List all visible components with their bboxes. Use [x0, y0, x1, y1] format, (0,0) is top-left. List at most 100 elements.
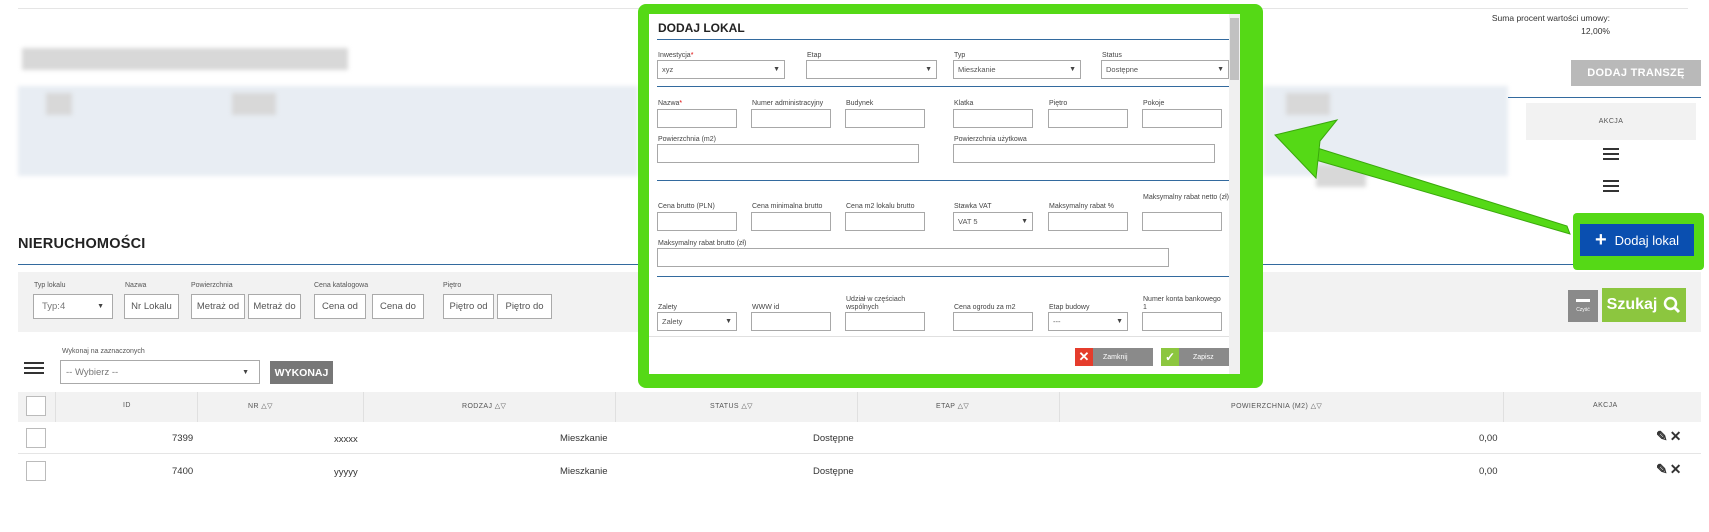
numer-administracyjny-label: Numer administracyjny [752, 100, 824, 107]
pietro-do-input[interactable]: Piętro do [497, 294, 552, 319]
powierzchnia-label: Powierzchnia (m2) [658, 136, 716, 143]
status-label: Status [1102, 52, 1122, 59]
add-unit-button[interactable]: + Dodaj lokal [1580, 224, 1694, 256]
list-icon[interactable] [24, 362, 44, 378]
budynek-field[interactable] [845, 109, 925, 128]
delete-icon[interactable]: ✕ [1670, 428, 1684, 444]
maks-rabat-netto-field[interactable] [1142, 212, 1222, 231]
filter-label-cena: Cena katalogowa [314, 282, 369, 289]
inwestycja-select[interactable]: xyz ▼ [657, 60, 785, 79]
www-id-field[interactable] [751, 312, 831, 331]
pokoje-field[interactable] [1142, 109, 1222, 128]
edit-icon[interactable]: ✎ [1656, 428, 1670, 444]
zalety-label: Zalety [658, 304, 678, 311]
sort-icon[interactable]: △▽ [261, 403, 273, 410]
etap-select[interactable]: ▼ [806, 60, 937, 79]
cena-brutto-label: Cena brutto (PLN) [658, 203, 715, 210]
section-divider [657, 180, 1230, 181]
numer-konta-field[interactable] [1142, 312, 1222, 331]
menu-icon[interactable] [1603, 148, 1619, 160]
zalety-select[interactable]: Zalety ▼ [657, 312, 737, 331]
chevron-down-icon: ▼ [773, 66, 780, 73]
row-checkbox[interactable] [26, 428, 46, 448]
cena-od-input[interactable]: Cena od [314, 294, 366, 319]
column-separator [55, 392, 56, 422]
chevron-down-icon: ▼ [1217, 66, 1224, 73]
stawka-vat-value: VAT 5 [958, 217, 978, 226]
cena-m2-field[interactable] [845, 212, 925, 231]
column-separator [1503, 392, 1504, 422]
th-etap[interactable]: ETAP △▽ [936, 402, 969, 410]
add-tranche-button[interactable]: DODAJ TRANSZĘ [1571, 60, 1701, 86]
nazwa-input[interactable]: Nr Lokalu [124, 294, 179, 319]
typ-select[interactable]: Mieszkanie ▼ [953, 60, 1081, 79]
powierzchnia-uzytkowa-label: Powierzchnia użytkowa [954, 136, 1027, 143]
filter-label-powierzchnia: Powierzchnia [191, 282, 233, 289]
typ-lokalu-select[interactable]: Typ:4 ▼ [33, 294, 113, 319]
stawka-vat-select[interactable]: VAT 5 ▼ [953, 212, 1033, 231]
menu-icon[interactable] [1603, 180, 1619, 192]
maks-rabat-brutto-field[interactable] [657, 248, 1169, 267]
status-select[interactable]: Dostępne ▼ [1101, 60, 1229, 79]
section-divider [657, 276, 1230, 277]
summary-value: 12,00% [1581, 26, 1610, 36]
delete-icon[interactable]: ✕ [1670, 461, 1684, 477]
etap-budowy-select[interactable]: --- ▼ [1048, 312, 1128, 331]
sort-icon[interactable]: △▽ [958, 403, 970, 410]
modal-footer-divider [649, 336, 1229, 337]
maks-rabat-proc-label: Maksymalny rabat % [1049, 203, 1114, 210]
th-nr[interactable]: NR △▽ [248, 402, 273, 410]
typ-label: Typ [954, 52, 966, 59]
cena-ogrodu-field[interactable] [953, 312, 1033, 331]
maks-rabat-proc-field[interactable] [1048, 212, 1128, 231]
cena-m2-label: Cena m2 lokalu brutto [846, 203, 915, 210]
cena-brutto-field[interactable] [657, 212, 737, 231]
metraz-od-input[interactable]: Metraż od [191, 294, 245, 319]
cell-nr: yyyyy [334, 467, 358, 478]
pietro-label: Piętro [1049, 100, 1068, 107]
cell-powierzchnia: 0,00 [1479, 466, 1498, 477]
th-status[interactable]: STATUS △▽ [710, 402, 753, 410]
typ-lokalu-value: Typ:4 [42, 301, 66, 312]
filter-label-nazwa: Nazwa [125, 282, 147, 289]
sort-icon[interactable]: △▽ [741, 403, 753, 410]
close-button[interactable]: ✕ Zamknij [1075, 348, 1153, 366]
th-powierzchnia[interactable]: POWIERZCHNIA (M2) △▽ [1231, 402, 1322, 410]
klatka-field[interactable] [953, 109, 1033, 128]
numer-konta-label: Numer konta bankowego 1 [1143, 296, 1221, 311]
th-id[interactable]: ID [123, 402, 131, 409]
column-separator [197, 392, 198, 422]
save-button[interactable]: ✓ Zapisz [1161, 348, 1239, 366]
execute-button[interactable]: WYKONAJ [270, 361, 333, 384]
pietro-field[interactable] [1048, 109, 1128, 128]
powierzchnia-field[interactable] [657, 144, 919, 163]
obscured-title [22, 48, 348, 70]
th-rodzaj[interactable]: RODZAJ △▽ [462, 402, 506, 410]
required-marker: * [679, 100, 683, 107]
udzial-field[interactable] [845, 312, 925, 331]
metraz-do-input[interactable]: Metraż do [248, 294, 301, 319]
udzial-label: Udział w częściach wspólnych [846, 296, 906, 311]
inwestycja-value: xyz [662, 65, 674, 74]
maks-rabat-brutto-label: Maksymalny rabat brutto (zł) [658, 240, 747, 247]
search-button[interactable]: Szukaj [1602, 288, 1686, 322]
row-checkbox[interactable] [26, 461, 46, 481]
sort-icon[interactable]: △▽ [1311, 403, 1323, 410]
powierzchnia-uzytkowa-field[interactable] [953, 144, 1215, 163]
nazwa-field[interactable] [657, 109, 737, 128]
select-all-checkbox[interactable] [26, 396, 46, 416]
typ-value: Mieszkanie [958, 65, 996, 74]
pietro-od-input[interactable]: Piętro od [443, 294, 494, 319]
save-label: Zapisz [1193, 353, 1214, 361]
cena-do-input[interactable]: Cena do [372, 294, 424, 319]
bulk-action-select[interactable]: -- Wybierz -- ▼ [60, 360, 260, 384]
sort-icon[interactable]: △▽ [495, 403, 507, 410]
edit-icon[interactable]: ✎ [1656, 461, 1670, 477]
cena-min-field[interactable] [751, 212, 831, 231]
modal-scrollbar-thumb[interactable] [1230, 18, 1239, 80]
clear-filters-button[interactable]: Czyść [1568, 290, 1598, 322]
klatka-label: Klatka [954, 100, 974, 107]
numer-administracyjny-field[interactable] [751, 109, 831, 128]
etap-label: Etap [807, 52, 822, 59]
filter-label-typ: Typ lokalu [34, 282, 66, 289]
